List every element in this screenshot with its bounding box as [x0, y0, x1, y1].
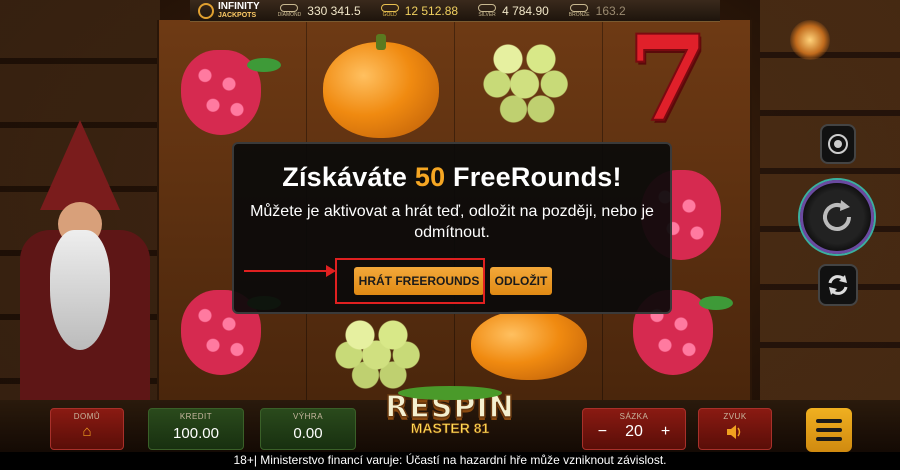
sound-button[interactable]: ZVUK	[698, 408, 772, 450]
dialog-title: Získáváte 50 FreeRounds!	[282, 162, 622, 192]
dialog-message: Můžete je aktivovat a hrát teď, odložit …	[250, 203, 654, 241]
gambling-warning: 18+| Ministerstvo financí varuje: Účastí…	[0, 452, 900, 470]
speaker-icon	[727, 425, 741, 439]
coins-icon	[828, 134, 848, 154]
seven-symbol: 7	[626, 9, 710, 148]
respin-master-logo: RESPIN MASTER 81	[370, 386, 530, 450]
stake-label: SÁZKA	[619, 412, 649, 421]
jackpot-value: 12 512.88	[404, 3, 459, 18]
credit-label: KREDIT	[179, 412, 213, 421]
win-display: VÝHRA 0.00	[260, 408, 356, 450]
menu-icon	[816, 419, 842, 423]
diamond-jackpot-icon: DIAMOND	[278, 3, 301, 18]
jackpot-logo-title: INFINITY	[218, 0, 260, 12]
lamp-icon	[790, 20, 830, 60]
freerounds-count: 50	[414, 162, 446, 192]
jackpot-gold: GOLD 12 512.88	[371, 3, 468, 18]
home-button[interactable]: DOMŮ ⌂	[50, 408, 124, 450]
pumpkin-symbol	[323, 42, 439, 138]
sound-label: ZVUK	[723, 412, 747, 421]
infinity-jackpots-logo: INFINITY JACKPOTS	[190, 0, 268, 20]
grapes-symbol	[327, 315, 437, 395]
home-icon: ⌂	[82, 423, 92, 440]
jackpot-value: 330 341.5	[307, 3, 361, 18]
pumpkin-symbol	[471, 310, 587, 380]
jackpot-silver: SILVER 4 784.90	[468, 3, 559, 18]
respin-button[interactable]	[818, 264, 858, 306]
postpone-button[interactable]: ODLOŽIT	[490, 267, 552, 295]
annotation-highlight-box	[335, 258, 485, 304]
leaf-icon	[699, 296, 733, 310]
leaf-icon	[247, 58, 281, 72]
stem-icon	[376, 34, 386, 50]
menu-button[interactable]	[806, 408, 852, 452]
bronze-jackpot-icon: BRONZE	[569, 3, 590, 18]
annotation-arrow	[244, 270, 332, 272]
jackpot-value: 4 784.90	[502, 3, 549, 18]
spin-arrow-icon	[823, 200, 851, 231]
refresh-icon	[828, 275, 848, 295]
gold-jackpot-icon: GOLD	[380, 3, 399, 18]
win-label: VÝHRA	[292, 412, 324, 421]
jackpot-value: 163.2	[595, 3, 626, 18]
credit-value: 100.00	[173, 425, 219, 442]
wizard-left	[10, 120, 160, 400]
stake-control: SÁZKA − 20 +	[582, 408, 686, 450]
home-label: DOMŮ	[73, 412, 101, 421]
autoplay-button[interactable]	[820, 124, 856, 164]
jackpot-diamond: DIAMOND 330 341.5	[268, 3, 371, 18]
grapes-symbol	[475, 34, 585, 134]
stake-increase-button[interactable]: +	[661, 423, 670, 441]
win-value: 0.00	[293, 425, 323, 442]
silver-jackpot-icon: SILVER	[478, 3, 497, 18]
spin-button[interactable]	[800, 180, 874, 254]
jackpot-bar: INFINITY JACKPOTS DIAMOND 330 341.5 GOLD…	[190, 0, 720, 22]
leaves-icon	[398, 386, 502, 400]
infinity-icon	[198, 2, 214, 19]
jackpot-logo-sub: JACKPOTS	[218, 11, 257, 19]
jackpot-bronze: BRONZE 163.2	[559, 3, 636, 18]
credit-display: KREDIT 100.00	[148, 408, 244, 450]
stake-value: 20	[625, 423, 643, 440]
stake-decrease-button[interactable]: −	[598, 423, 607, 441]
